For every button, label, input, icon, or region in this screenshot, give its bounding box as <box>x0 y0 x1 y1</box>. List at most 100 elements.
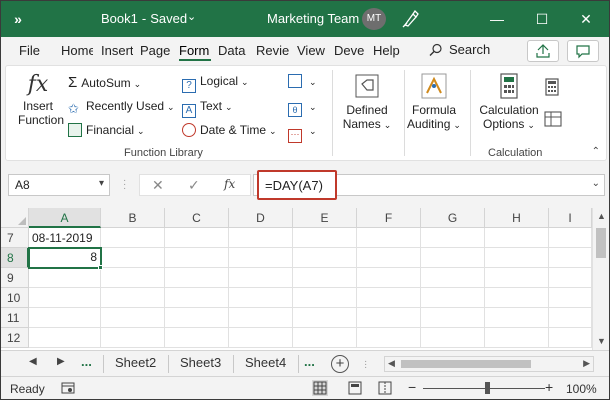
cell[interactable] <box>357 328 421 348</box>
cell[interactable] <box>101 328 165 348</box>
name-box[interactable]: A8 ▾ <box>8 174 110 196</box>
cell[interactable] <box>357 308 421 328</box>
cell[interactable] <box>293 308 357 328</box>
cell[interactable] <box>229 288 293 308</box>
tab-file[interactable]: File <box>19 43 47 58</box>
horizontal-scroll-thumb[interactable] <box>401 360 531 368</box>
zoom-level[interactable]: 100% <box>566 382 597 396</box>
text-button[interactable]: A Text ⌄ <box>182 99 233 118</box>
cell[interactable] <box>165 308 229 328</box>
tab-help[interactable]: Help <box>373 43 403 58</box>
cell[interactable] <box>485 308 549 328</box>
sheets-left-more-icon[interactable]: ... <box>81 354 92 369</box>
collapse-ribbon-icon[interactable]: ⌃ <box>592 146 600 157</box>
select-all-button[interactable] <box>1 208 29 228</box>
cell[interactable] <box>229 248 293 268</box>
column-header-c[interactable]: C <box>165 208 229 228</box>
formula-auditing-button[interactable]: Formula Auditing ⌄ <box>402 72 466 131</box>
cell[interactable] <box>293 288 357 308</box>
cell[interactable] <box>165 288 229 308</box>
cell[interactable] <box>293 248 357 268</box>
add-sheet-button[interactable]: + <box>331 355 349 373</box>
zoom-slider[interactable] <box>423 388 545 389</box>
vertical-scrollbar[interactable]: ▲ ▼ <box>592 208 609 350</box>
tab-home[interactable]: Home <box>61 43 93 58</box>
tab-page[interactable]: Page <box>140 43 172 58</box>
cancel-icon[interactable]: ✕ <box>152 177 164 194</box>
lookup-reference-button[interactable]: ⌄ <box>288 74 317 88</box>
tab-split-grip-icon[interactable]: · · · <box>364 357 367 373</box>
formula-bar-grip-icon[interactable]: · · · <box>123 176 126 194</box>
minimize-button[interactable]: — <box>485 7 509 31</box>
row-header-10[interactable]: 10 <box>1 288 29 308</box>
prev-sheet-icon[interactable]: ◀ <box>29 356 37 367</box>
column-header-a[interactable]: A <box>29 208 101 228</box>
cell[interactable] <box>485 248 549 268</box>
sheet-tab-sheet2[interactable]: Sheet2 <box>115 355 156 370</box>
cell[interactable] <box>165 328 229 348</box>
tab-review[interactable]: Review <box>256 43 289 58</box>
page-layout-view-icon[interactable] <box>347 380 363 396</box>
calculation-options-button[interactable]: Calculation Options ⌄ <box>476 72 542 131</box>
vertical-scroll-thumb[interactable] <box>596 228 606 258</box>
maximize-button[interactable]: ☐ <box>530 7 554 31</box>
cell[interactable] <box>549 248 592 268</box>
column-header-e[interactable]: E <box>293 208 357 228</box>
title-chevron-down-icon[interactable]: ⌄ <box>187 10 196 23</box>
horizontal-scrollbar[interactable]: ◀ ▶ <box>384 356 594 372</box>
cell[interactable] <box>421 288 485 308</box>
column-header-b[interactable]: B <box>101 208 165 228</box>
cell[interactable] <box>101 268 165 288</box>
cell[interactable] <box>549 328 592 348</box>
scroll-left-icon[interactable]: ◀ <box>388 358 395 369</box>
cell[interactable] <box>421 328 485 348</box>
cell[interactable] <box>29 288 101 308</box>
scroll-down-icon[interactable]: ▼ <box>597 336 606 346</box>
column-header-g[interactable]: G <box>421 208 485 228</box>
cell[interactable] <box>101 308 165 328</box>
column-header-h[interactable]: H <box>485 208 549 228</box>
tab-developer[interactable]: Deve <box>334 43 366 58</box>
cell[interactable] <box>549 228 592 248</box>
cell-a8-active[interactable]: 8 <box>28 247 102 269</box>
column-header-i[interactable]: I <box>549 208 592 228</box>
defined-names-button[interactable]: Defined Names ⌄ <box>338 72 396 131</box>
tab-formulas[interactable]: Form <box>179 43 211 61</box>
cell-a7[interactable]: 08-11-2019 <box>29 228 101 248</box>
cell[interactable] <box>101 288 165 308</box>
cell[interactable] <box>101 248 165 268</box>
cell[interactable] <box>29 308 101 328</box>
expand-formula-bar-icon[interactable]: ⌄ <box>592 178 600 189</box>
cell[interactable] <box>293 328 357 348</box>
date-time-button[interactable]: Date & Time ⌄ <box>182 123 277 137</box>
page-break-view-icon[interactable] <box>377 380 393 396</box>
row-header-12[interactable]: 12 <box>1 328 29 348</box>
scroll-right-icon[interactable]: ▶ <box>583 358 590 369</box>
cell[interactable] <box>549 268 592 288</box>
financial-button[interactable]: Financial ⌄ <box>68 123 145 137</box>
pen-icon[interactable] <box>401 9 421 29</box>
cell[interactable] <box>29 268 101 288</box>
sheet-tab-sheet4[interactable]: Sheet4 <box>245 355 286 370</box>
worksheet-grid[interactable]: A B C D E F G H I 7 8 9 10 11 12 08-11-2… <box>1 208 609 350</box>
cell[interactable] <box>357 268 421 288</box>
autosum-button[interactable]: Σ AutoSum ⌄ <box>68 74 141 91</box>
search-box[interactable]: Search <box>429 42 490 57</box>
cell[interactable] <box>485 268 549 288</box>
next-sheet-icon[interactable]: ▶ <box>57 356 65 367</box>
row-header-9[interactable]: 9 <box>1 268 29 288</box>
comments-button[interactable] <box>567 40 599 62</box>
calculate-sheet-button[interactable] <box>544 110 562 131</box>
cell[interactable] <box>165 228 229 248</box>
close-button[interactable]: ✕ <box>574 7 598 31</box>
row-header-7[interactable]: 7 <box>1 228 29 248</box>
share-button[interactable] <box>527 40 559 62</box>
column-header-f[interactable]: F <box>357 208 421 228</box>
insert-function-button[interactable]: fx Insert Function <box>18 72 64 127</box>
more-functions-button[interactable]: ··· ⌄ <box>288 123 317 143</box>
tab-data[interactable]: Data <box>218 43 248 58</box>
cell[interactable] <box>357 228 421 248</box>
recently-used-button[interactable]: ✩ Recently Used ⌄ <box>68 99 175 116</box>
cell[interactable] <box>485 288 549 308</box>
math-trig-button[interactable]: θ ⌄ <box>288 99 317 117</box>
